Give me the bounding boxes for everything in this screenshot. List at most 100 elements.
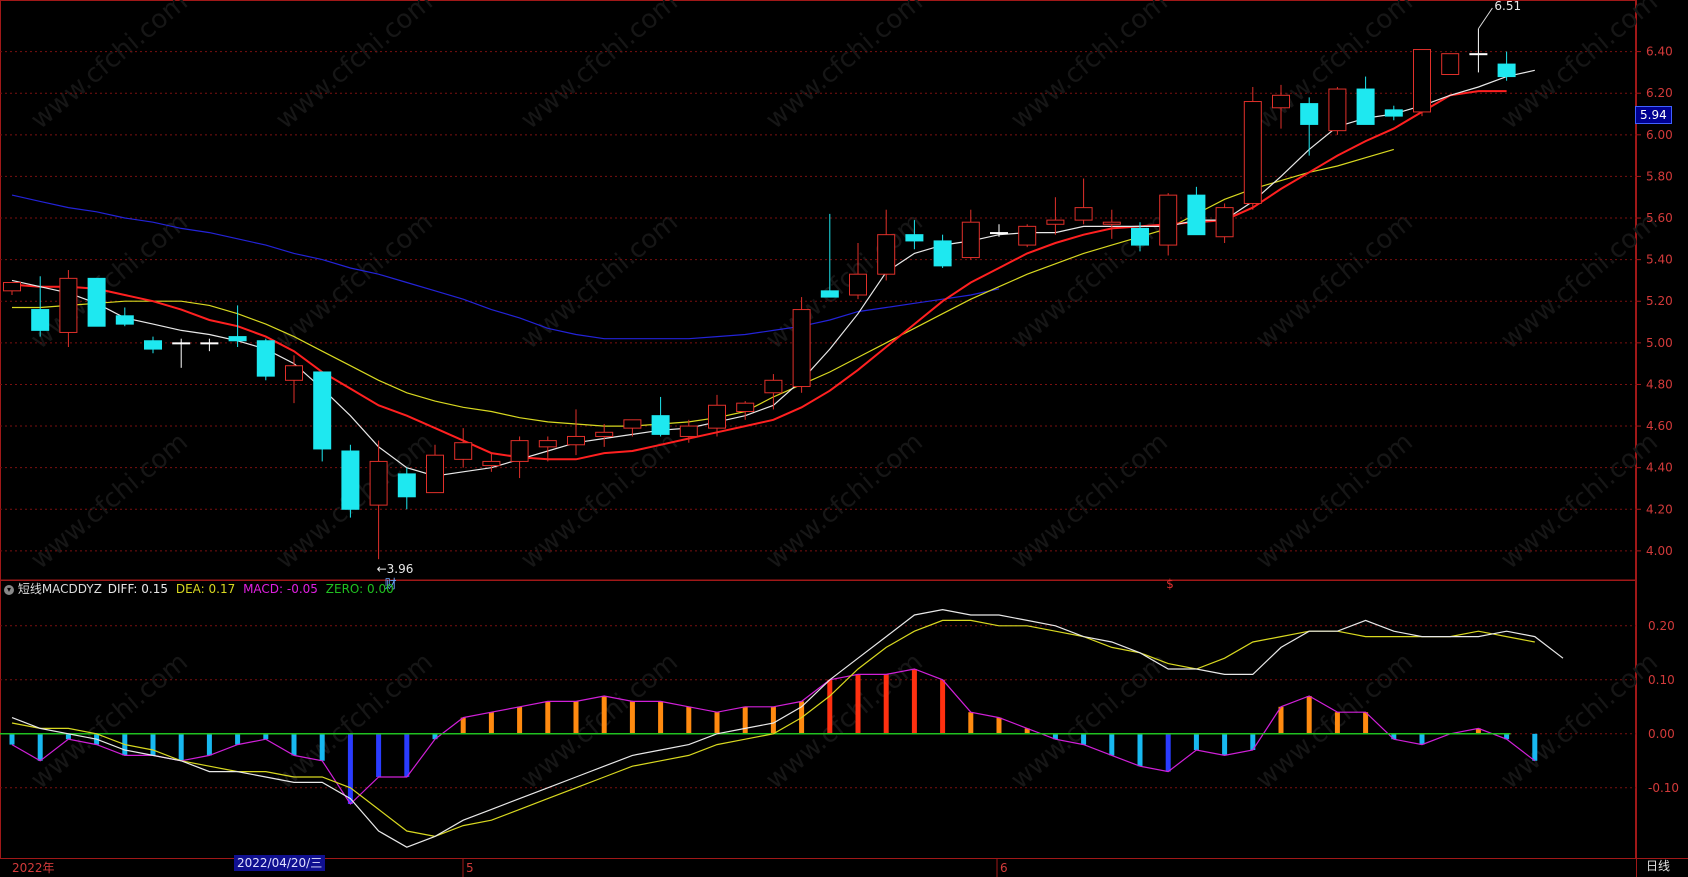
price-tick-label: 6.00 [1646,128,1673,142]
candle-body [1272,94,1290,109]
date-year-label: 2022年 [12,861,55,875]
high-price-label: 6.51 [1494,0,1521,13]
macd-macd-value: MACD: -0.05 [243,582,318,596]
cursor-date-label: 2022/04/20/三 [234,855,326,871]
macd-dea-value: DEA: 0.17 [175,582,236,596]
candle-body [454,442,473,460]
candle-body [1243,101,1262,204]
macd-panel-frame [0,580,1636,859]
price-tick-label: 5.00 [1646,336,1673,350]
stock-chart[interactable]: www.cfchi.com www.cfchi.com www.cfchi.com w… [0,0,1688,877]
macd-diff-value: DIFF: 0.15 [107,582,168,596]
watermark-text: www.cfchi.com [1250,207,1419,355]
low-price-label: ←3.96 [377,562,414,576]
candle-body [172,342,191,345]
candle-body [1441,53,1460,75]
watermark-text: www.cfchi.com [760,647,929,795]
price-tick-label: 5.80 [1646,169,1673,183]
candle-body [1074,207,1093,221]
candle-body [115,315,134,325]
watermark-text: www.cfchi.com [1495,647,1664,795]
high-pointer [1477,7,1493,30]
candle-body [1300,103,1319,125]
watermark-text: www.cfchi.com [25,207,194,355]
price-tick-label: 4.20 [1646,502,1673,516]
date-month-label: 6 [1000,861,1008,875]
price-tick-label: 4.60 [1646,419,1673,433]
watermark-text: www.cfchi.com [1005,427,1174,575]
watermark-text: www.cfchi.com [760,427,929,575]
watermark-text: www.cfchi.com [1495,427,1664,575]
indicator-menu-icon[interactable]: ▾ [4,584,14,595]
candle-body [679,425,698,437]
watermark-text: www.cfchi.com [515,0,684,135]
watermark-text: www.cfchi.com [515,427,684,575]
candle-body [849,273,867,296]
candle-body [820,290,839,298]
candle-body [1215,207,1234,238]
candle-body [933,240,952,267]
candle-body [1046,219,1065,225]
candle-body [1131,227,1149,246]
watermark-text: www.cfchi.com [1250,647,1419,795]
macd-zero-value: ZERO: 0.00 [325,582,394,596]
price-tick-label: 4.40 [1646,461,1673,475]
candle-body [961,221,980,259]
macd-tick-label: 0.10 [1648,673,1675,687]
candle-body [792,309,811,388]
candle-body [1018,225,1037,246]
watermark-text: www.cfchi.com [25,427,194,575]
candle-body [1384,109,1403,117]
candle-body [341,450,360,510]
candle-body [397,473,416,498]
watermark-text: www.cfchi.com [760,0,929,135]
watermark-text: www.cfchi.com [515,207,684,355]
candle-body [87,277,106,327]
candle-body [708,404,726,429]
candle-body [228,336,247,342]
period-label[interactable]: 日线 [1646,857,1670,874]
watermark-text: www.cfchi.com [270,207,439,355]
price-tick-label: 4.00 [1646,544,1673,558]
macd-header: ▾ 短线MACDDYZ DIFF: 0.15 DEA: 0.17 MACD: -… [4,580,394,597]
macd-tick-label: 0.00 [1648,727,1675,741]
candle-body [1469,53,1488,56]
date-month-label: 5 [466,861,474,875]
watermark-text: www.cfchi.com [1005,0,1174,135]
candle-body [736,402,755,412]
price-tick-label: 5.20 [1646,294,1673,308]
watermark-text: www.cfchi.com [270,647,439,795]
watermark-text: www.cfchi.com [25,647,194,795]
watermark-text: www.cfchi.com [1495,207,1664,355]
candle-body [144,340,162,350]
candle-body [200,342,219,345]
candle-body [623,419,642,429]
candle-body [1497,63,1516,78]
price-tick-label: 5.40 [1646,253,1673,267]
price-tick-label: 6.20 [1646,86,1673,100]
ma-white-line [11,69,1535,477]
price-tick-label: 6.40 [1646,45,1673,59]
candle-body [595,431,614,437]
candle-body [1356,88,1375,125]
macd-tick-label: -0.10 [1648,781,1679,795]
candle-body [256,340,275,377]
current-price-tag: 5.94 [1635,106,1672,124]
macd-indicator-name: 短线MACDDYZ [17,582,102,596]
watermark-text: www.cfchi.com [270,0,439,135]
candle-body [510,440,529,462]
macd-tick-label: 0.20 [1648,619,1675,633]
candle-body [313,371,332,450]
candle-body [426,454,444,494]
price-tick-label: 4.80 [1646,377,1673,391]
candle-body [905,234,924,242]
watermark-text: www.cfchi.com [25,0,194,135]
candle-body [31,309,50,331]
candle-body [567,435,585,446]
candle-body [59,277,78,333]
dividend-marker: $ [1166,577,1174,591]
watermark-text: www.cfchi.com [1005,647,1174,795]
watermark-text: www.cfchi.com [1250,427,1419,575]
candle-body [1102,221,1121,225]
candle-body [1413,49,1431,113]
